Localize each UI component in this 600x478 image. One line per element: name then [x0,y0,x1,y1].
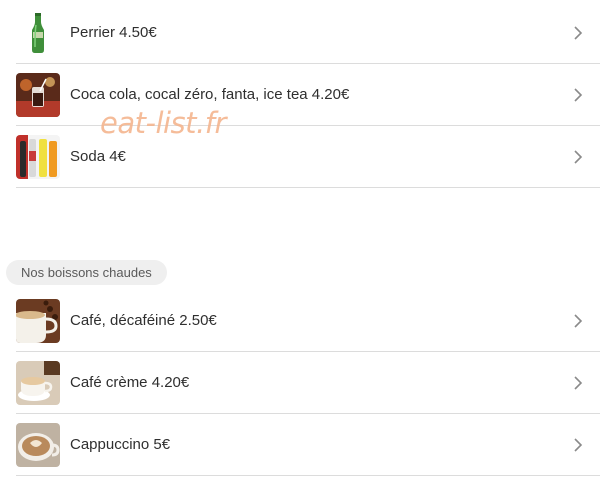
coffee-cup-icon [16,299,60,343]
cappuccino-icon [16,423,60,467]
menu-item-cappuccino[interactable]: Cappuccino 5€ [0,414,600,476]
chevron-right-icon [574,88,583,102]
menu-item-perrier[interactable]: Perrier 4.50€ [0,2,600,64]
chevron-right-icon [574,26,583,40]
menu-item-label: Café crème 4.20€ [70,374,190,391]
menu-item-coca-cola[interactable]: Coca cola, cocal zéro, fanta, ice tea 4.… [0,64,600,126]
divider [16,187,600,188]
divider [16,475,600,476]
chevron-right-icon [574,150,583,164]
chevron-right-icon [574,314,583,328]
menu-item-cafe-creme[interactable]: Café crème 4.20€ [0,352,600,414]
menu-item-soda[interactable]: Soda 4€ [0,126,600,188]
menu-item-label: Coca cola, cocal zéro, fanta, ice tea 4.… [70,86,350,103]
menu-item-label: Café, décaféiné 2.50€ [70,312,217,329]
cafe-creme-icon [16,361,60,405]
section-header-hot-drinks: Nos boissons chaudes [6,260,167,285]
chevron-right-icon [574,438,583,452]
soda-bottles-icon [16,135,60,179]
soda-glass-icon [16,73,60,117]
bottle-icon [16,11,60,55]
menu-item-cafe[interactable]: Café, décaféiné 2.50€ [0,290,600,352]
menu-item-label: Soda 4€ [70,148,126,165]
chevron-right-icon [574,376,583,390]
menu-item-label: Cappuccino 5€ [70,436,171,453]
menu-item-label: Perrier 4.50€ [70,24,157,41]
